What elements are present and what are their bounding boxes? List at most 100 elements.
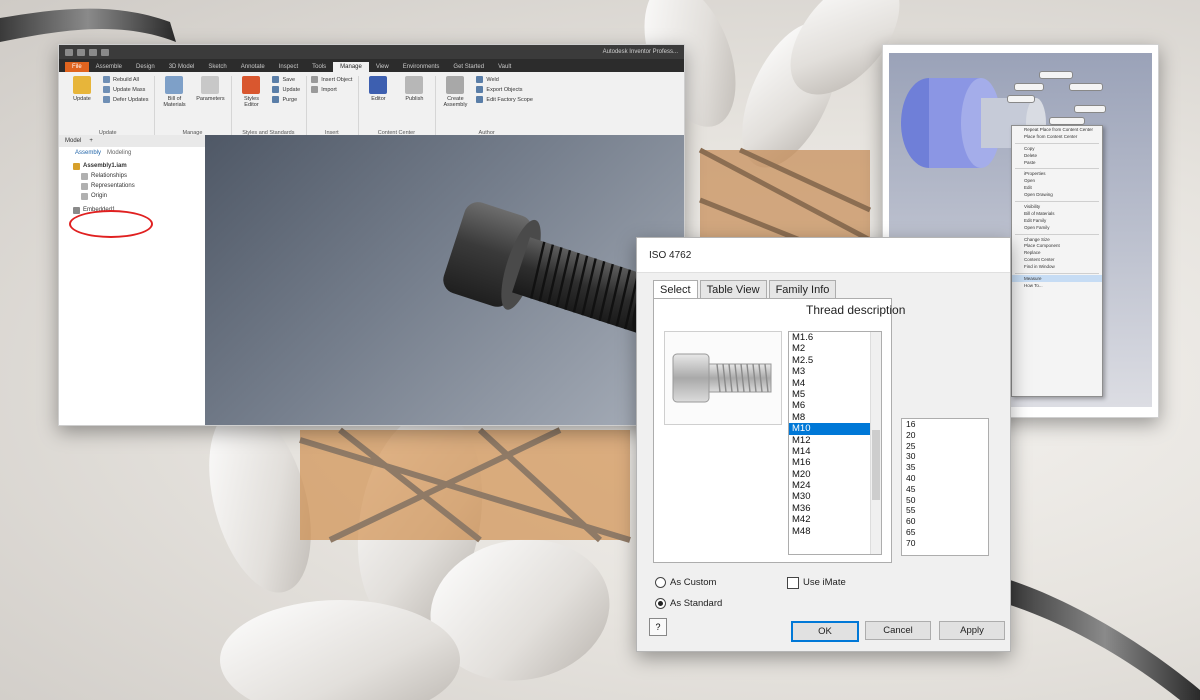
defer-updates-button[interactable]: Defer Updates <box>103 96 148 103</box>
styles-editor-button[interactable]: Styles Editor <box>236 76 266 128</box>
tab-view[interactable]: View <box>369 62 396 72</box>
tab-design[interactable]: Design <box>129 62 162 72</box>
tab-3d-model[interactable]: 3D Model <box>162 62 202 72</box>
thread-item[interactable]: M20 <box>789 469 881 480</box>
menu-item[interactable]: Open <box>1012 177 1102 184</box>
import-button[interactable]: Import <box>311 86 352 93</box>
thread-item[interactable]: M1.6 <box>789 332 881 343</box>
bom-button[interactable]: Bill of Materials <box>159 76 189 128</box>
thread-list-scrollbar[interactable] <box>870 332 881 554</box>
tab-family-info[interactable]: Family Info <box>768 280 837 299</box>
menu-item[interactable]: Edit <box>1012 184 1102 191</box>
browser-mode-assembly[interactable]: Assembly <box>75 150 101 156</box>
parameters-button[interactable]: Parameters <box>195 76 225 128</box>
menu-item[interactable]: Delete <box>1012 152 1102 159</box>
length-item[interactable]: 40 <box>902 473 988 484</box>
insert-object-button[interactable]: Insert Object <box>311 76 352 83</box>
thread-item[interactable]: M24 <box>789 480 881 491</box>
update-button[interactable]: Update <box>67 76 97 128</box>
quick-access-icon[interactable] <box>89 48 97 56</box>
cancel-button[interactable]: Cancel <box>865 621 931 640</box>
quick-access-icon[interactable] <box>77 48 85 56</box>
tree-node-assembly[interactable]: Assembly1.iam <box>73 161 205 171</box>
quick-access-icon[interactable] <box>65 48 73 56</box>
length-item[interactable]: 70 <box>902 538 988 549</box>
length-item[interactable]: 35 <box>902 462 988 473</box>
length-item[interactable]: 55 <box>902 505 988 516</box>
tab-table-view[interactable]: Table View <box>699 280 767 299</box>
thread-item[interactable]: M3 <box>789 366 881 377</box>
thread-list[interactable]: M1.6 M2 M2.5 M3 M4 M5 M6 M8 M10 M12 M14 … <box>788 331 882 555</box>
menu-item[interactable]: How To... <box>1012 282 1102 289</box>
menu-item[interactable]: Content Center <box>1012 256 1102 263</box>
edit-factory-scope-button[interactable]: Edit Factory Scope <box>476 96 533 103</box>
thread-item[interactable]: M42 <box>789 514 881 525</box>
tab-tools[interactable]: Tools <box>305 62 333 72</box>
tab-manage[interactable]: Manage <box>333 62 369 72</box>
menu-item[interactable]: Copy <box>1012 145 1102 152</box>
tab-file[interactable]: File <box>65 62 89 72</box>
as-custom-radio[interactable]: As Custom <box>655 572 722 593</box>
as-standard-radio[interactable]: As Standard <box>655 593 722 614</box>
purge-button[interactable]: Purge <box>272 96 300 103</box>
menu-item[interactable]: Replace <box>1012 249 1102 256</box>
thread-item-selected[interactable]: M10 <box>789 423 881 435</box>
menu-item[interactable]: Find in Window <box>1012 263 1102 270</box>
thread-item[interactable]: M14 <box>789 446 881 457</box>
tree-node-origin[interactable]: Origin <box>73 191 205 201</box>
thread-item[interactable]: M6 <box>789 400 881 411</box>
scroll-thumb[interactable] <box>872 430 880 500</box>
weld-button[interactable]: Weld <box>476 76 532 83</box>
tab-vault[interactable]: Vault <box>491 62 518 72</box>
ok-button[interactable]: OK <box>791 621 859 642</box>
help-icon[interactable]: ? <box>649 618 667 636</box>
thread-item[interactable]: M2.5 <box>789 355 881 366</box>
editor-button[interactable]: Editor <box>363 76 393 128</box>
tab-annotate[interactable]: Annotate <box>234 62 272 72</box>
length-item[interactable]: 60 <box>902 516 988 527</box>
menu-item[interactable]: Repeat Place from Content Center <box>1012 126 1102 133</box>
tab-inspect[interactable]: Inspect <box>272 62 305 72</box>
thread-item[interactable]: M48 <box>789 526 881 537</box>
length-item[interactable]: 65 <box>902 527 988 538</box>
thread-item[interactable]: M36 <box>789 503 881 514</box>
create-assembly-button[interactable]: Create Assembly <box>440 76 470 128</box>
tree-node-relationships[interactable]: Relationships <box>73 171 205 181</box>
menu-item[interactable]: Bill of Materials <box>1012 210 1102 217</box>
save-button[interactable]: Save <box>272 76 300 83</box>
tab-get-started[interactable]: Get Started <box>446 62 491 72</box>
browser-mode-modeling[interactable]: Modeling <box>107 150 131 156</box>
thread-item[interactable]: M2 <box>789 343 881 354</box>
menu-item[interactable]: iProperties <box>1012 170 1102 177</box>
length-item[interactable]: 45 <box>902 484 988 495</box>
thread-item[interactable]: M8 <box>789 412 881 423</box>
use-imate-checkbox[interactable]: Use iMate <box>787 572 846 593</box>
apply-button[interactable]: Apply <box>939 621 1005 640</box>
length-item[interactable]: 16 <box>902 419 988 430</box>
tab-environments[interactable]: Environments <box>396 62 447 72</box>
menu-item[interactable]: Open Family <box>1012 224 1102 231</box>
add-tab-icon[interactable]: + <box>89 138 93 144</box>
update-styles-button[interactable]: Update <box>272 86 300 93</box>
length-list[interactable]: 16 20 25 30 35 40 45 50 55 60 65 70 <box>901 418 989 556</box>
length-item[interactable]: 20 <box>902 430 988 441</box>
menu-item[interactable]: Paste <box>1012 159 1102 166</box>
update-mass-button[interactable]: Update Mass <box>103 86 148 93</box>
quick-access-icon[interactable] <box>101 48 109 56</box>
menu-item[interactable]: Place from Content Center <box>1012 133 1102 140</box>
export-objects-button[interactable]: Export Objects <box>476 86 532 93</box>
length-item[interactable]: 50 <box>902 495 988 506</box>
rebuild-all-button[interactable]: Rebuild All <box>103 76 148 83</box>
thread-item[interactable]: M5 <box>789 389 881 400</box>
tree-node-representations[interactable]: Representations <box>73 181 205 191</box>
length-item[interactable]: 25 <box>902 441 988 452</box>
publish-button[interactable]: Publish <box>399 76 429 128</box>
tab-assemble[interactable]: Assemble <box>89 62 129 72</box>
thread-item[interactable]: M16 <box>789 457 881 468</box>
length-item[interactable]: 30 <box>902 451 988 462</box>
menu-item-highlighted[interactable]: Measure <box>1012 275 1102 282</box>
tab-select[interactable]: Select <box>653 280 698 299</box>
menu-item[interactable]: Place Component <box>1012 242 1102 249</box>
graphics-viewport[interactable] <box>205 135 684 425</box>
menu-item[interactable]: Visibility <box>1012 203 1102 210</box>
